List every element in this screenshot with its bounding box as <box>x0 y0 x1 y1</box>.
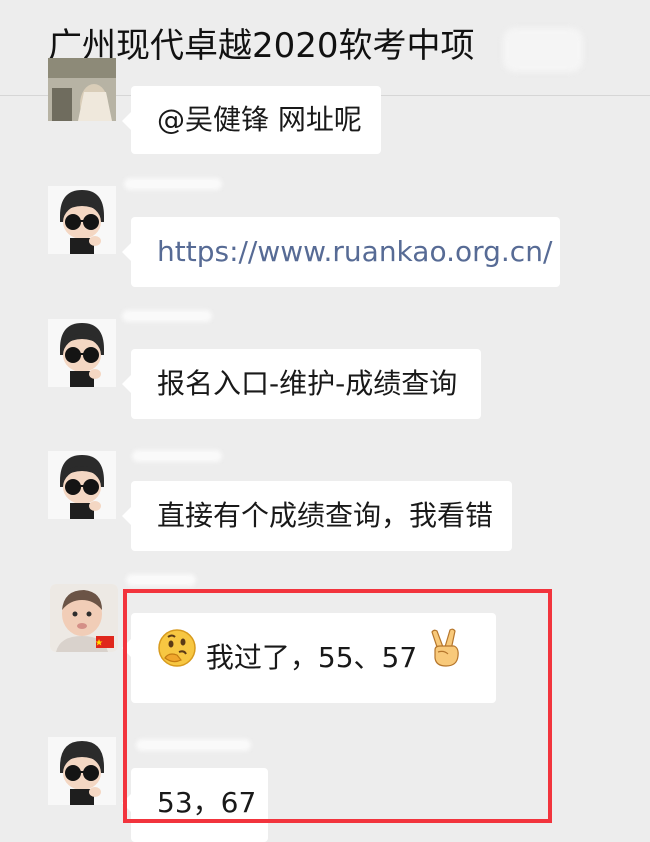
sender-avatar-cartoon[interactable] <box>48 186 116 254</box>
photo-avatar-icon <box>48 58 116 121</box>
message-text: 报名入口-维护-成绩查询 <box>157 367 458 400</box>
redacted-nickname <box>126 574 196 586</box>
highlight-box <box>123 589 552 823</box>
cartoon-avatar-icon <box>48 737 116 805</box>
redacted-member-count <box>503 28 583 72</box>
cartoon-avatar-icon <box>48 319 116 387</box>
message-link[interactable]: https://www.ruankao.org.cn/ <box>157 235 552 268</box>
redacted-nickname <box>132 450 222 462</box>
redacted-nickname <box>122 310 212 322</box>
cartoon-avatar-icon <box>48 451 116 519</box>
redacted-nickname <box>124 178 222 190</box>
sender-avatar-cartoon[interactable] <box>48 451 116 519</box>
message-bubble[interactable]: 直接有个成绩查询，我看错 <box>122 481 512 551</box>
sender-avatar-photo[interactable] <box>48 58 116 121</box>
sender-avatar-baby[interactable] <box>50 584 118 652</box>
message-bubble[interactable]: https://www.ruankao.org.cn/ <box>122 217 560 287</box>
message-text: 直接有个成绩查询，我看错 <box>157 499 494 532</box>
sender-avatar-cartoon[interactable] <box>48 737 116 805</box>
cartoon-avatar-icon <box>48 186 116 254</box>
message-text: @吴健锋 网址呢 <box>157 103 362 136</box>
sender-avatar-cartoon[interactable] <box>48 319 116 387</box>
baby-avatar-icon <box>50 584 118 652</box>
message-bubble[interactable]: @吴健锋 网址呢 <box>122 86 381 154</box>
message-bubble[interactable]: 报名入口-维护-成绩查询 <box>122 349 481 419</box>
